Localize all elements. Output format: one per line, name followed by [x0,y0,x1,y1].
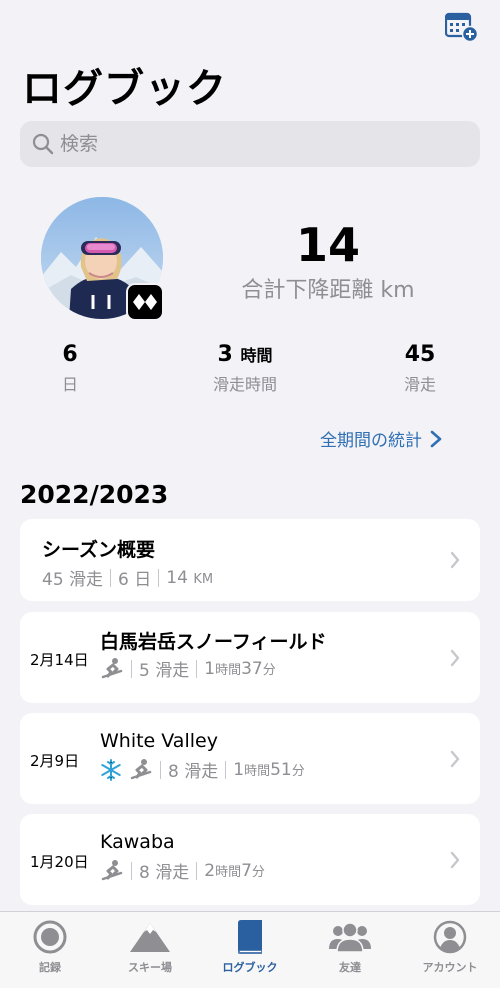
snowflake-icon [101,758,121,781]
calendar-add-icon [444,12,479,43]
entry-duration-minutes-unit: 分 [262,662,276,678]
entry-date: 2月14日 [30,651,89,669]
entry-resort-name: 白馬岩岳スノーフィールド [100,631,327,653]
stat-duration: 3 時間 滑走時間 [195,342,295,395]
chevron-right-icon [430,430,442,447]
stat-runs-label: 滑走 [403,375,436,394]
entry-date: 2月9日 [30,752,80,770]
tab-bar: 記録 スキー場 ログブック 友達 アカウント [0,911,500,988]
entry-duration-minutes: 37 [241,658,263,679]
entry-resort-name: Kawaba [100,831,175,853]
tab-record[interactable]: 記録 [0,918,100,975]
entry-runs: 8 滑走 [139,863,190,883]
stat-duration-unit: 時間 [240,346,273,365]
divider [160,760,161,779]
entry-duration-minutes-unit: 分 [251,864,265,880]
all-time-stats-label: 全期間の統計 [320,431,422,451]
season-overview-title: シーズン概要 [42,539,156,561]
entry-duration: 1時間51分 [233,760,305,780]
season-overview-meta: 45 滑走 6 日 14 KM [42,565,213,591]
entry-duration-hours: 2 [204,860,216,881]
entry-duration-hours: 1 [204,658,216,679]
snowboarder-icon [101,859,123,880]
book-icon [238,920,262,954]
season-distance-value: 14 [166,567,188,588]
all-time-stats-link[interactable]: 全期間の統計 [320,426,442,451]
divider [131,659,132,678]
snowboarder-icon [130,758,152,779]
entry-duration: 2時間7分 [204,861,265,881]
search-icon [32,133,54,155]
entry-duration-hours: 1 [233,759,245,780]
stat-runs-value: 45 [404,342,436,367]
record-icon [33,920,67,954]
entry-duration-hours-unit: 時間 [215,662,242,678]
stat-duration-value: 3 [217,342,233,367]
entry-duration-minutes: 7 [241,860,252,881]
search-bar[interactable] [20,121,480,167]
season-overview-card[interactable]: シーズン概要 45 滑走 6 日 14 KM [20,519,480,601]
diamond-difficulty-badge [126,283,164,321]
entry-date: 1月20日 [30,853,89,871]
entry-meta: 5 滑走 1時間37分 [100,656,276,681]
tab-account-label: アカウント [422,961,478,974]
entry-meta: 8 滑走 2時間7分 [100,858,265,883]
entry-duration-minutes: 51 [270,759,292,780]
divider [158,568,160,587]
entry-duration-hours-unit: 時間 [215,864,242,880]
stat-days: 6 日 [30,342,110,395]
logbook-entry[interactable]: 1月20日 Kawaba 8 滑走 2時間7分 [20,814,480,905]
entry-meta: 8 滑走 1時間51分 [100,757,305,782]
divider [110,568,112,587]
tab-friends-label: 友達 [339,961,361,974]
season-runs: 45 滑走 [42,570,104,590]
tab-account[interactable]: アカウント [400,918,500,975]
season-distance-unit: KM [193,571,214,587]
chevron-right-icon [450,551,460,569]
season-title: 2022/2023 [20,480,169,509]
chevron-right-icon [450,851,460,868]
account-icon [433,920,467,954]
divider [196,659,198,678]
total-descent-value: 14 [295,218,360,272]
entry-duration-hours-unit: 時間 [244,763,271,779]
double-diamond-icon [133,294,157,310]
calendar-add-button[interactable] [444,12,479,43]
chevron-right-icon [450,649,460,666]
friends-icon [329,922,371,953]
entry-duration-minutes-unit: 分 [291,763,305,779]
divider [225,760,227,779]
divider [196,861,198,880]
tab-logbook-label: ログブック [222,961,278,974]
stat-runs: 45 滑走 [380,342,460,395]
tab-logbook[interactable]: ログブック [200,918,300,975]
chevron-right-icon [450,750,460,767]
snowboarder-icon [101,657,123,678]
stat-days-value: 6 [62,342,78,367]
tab-ski-resorts[interactable]: スキー場 [100,918,200,975]
entry-duration: 1時間37分 [204,659,276,679]
divider [131,861,132,880]
mountain-icon [130,923,170,952]
tab-record-label: 記録 [39,961,61,974]
tab-friends[interactable]: 友達 [300,918,400,975]
stat-days-label: 日 [61,375,78,394]
logbook-entry[interactable]: 2月9日 White Valley 8 滑走 1時間51分 [20,713,480,804]
season-distance: 14 KM [166,568,213,588]
search-input[interactable] [60,133,460,155]
page-title: ログブック [22,66,227,112]
logbook-entry[interactable]: 2月14日 白馬岩岳スノーフィールド 5 滑走 1時間37分 [20,612,480,703]
total-descent-label: 合計下降距離 km [241,278,415,303]
entry-resort-name: White Valley [100,730,218,752]
entry-runs: 5 滑走 [139,661,190,681]
season-days: 6 日 [118,570,152,590]
stat-duration-label: 滑走時間 [212,375,277,394]
entry-runs: 8 滑走 [168,762,219,782]
tab-ski-resorts-label: スキー場 [128,961,172,974]
